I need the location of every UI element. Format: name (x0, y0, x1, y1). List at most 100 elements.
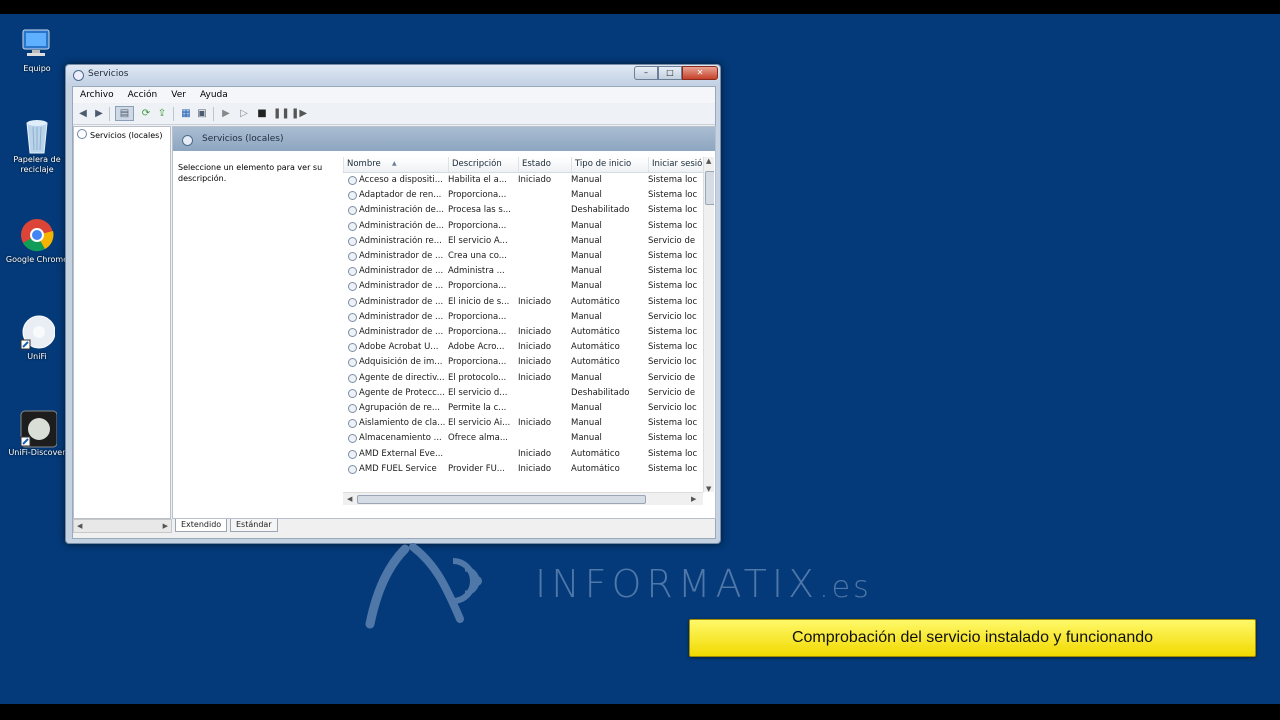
column-header-estado[interactable]: Estado (518, 157, 571, 172)
tab-estandar[interactable]: Estándar (230, 519, 278, 532)
forward-arrow-icon[interactable]: ▶ (92, 107, 106, 120)
window-title: Servicios (88, 69, 129, 79)
caption-buttons: – □ ✕ (634, 66, 718, 80)
menu-ver[interactable]: Ver (164, 87, 193, 103)
table-row[interactable]: Administración de... Procesa las s... Desh… (343, 203, 703, 218)
menu-ayuda[interactable]: Ayuda (193, 87, 235, 103)
scroll-left-icon[interactable]: ◀ (77, 520, 82, 532)
back-arrow-icon[interactable]: ◀ (76, 107, 90, 120)
table-row[interactable]: Administrador de ... Crea una co... Manual… (343, 249, 703, 264)
service-gear-icon (348, 358, 357, 368)
cell-name: AMD FUEL Service (359, 463, 437, 474)
menu-archivo[interactable]: Archivo (73, 87, 121, 103)
cell-state: Iniciado (518, 342, 552, 353)
tree-item-servicios-locales[interactable]: Servicios (locales) (77, 129, 162, 140)
cell-name: Administración de... (359, 205, 444, 216)
scroll-down-icon[interactable]: ▼ (706, 483, 711, 495)
cell-state: Iniciado (518, 463, 552, 474)
table-row[interactable]: AMD External Eve... Iniciado Automático Sis… (343, 447, 703, 462)
cell-name: Administrador de ... (359, 296, 444, 307)
table-row[interactable]: Administrador de ... Proporciona... Manual… (343, 310, 703, 325)
window-titlebar[interactable]: Servicios – □ ✕ (66, 65, 720, 85)
cell-logon: Sistema loc (648, 448, 698, 459)
cell-desc: El servicio d... (448, 387, 508, 398)
tree-horizontal-scrollbar[interactable]: ◀ ▶ (73, 519, 172, 533)
list-horizontal-scrollbar[interactable]: ◀ ▶ (343, 492, 703, 505)
help-book-icon[interactable]: ▦ (179, 107, 193, 120)
maximize-button[interactable]: □ (658, 66, 682, 80)
console-tree: Servicios (locales) (73, 126, 171, 519)
column-header-iniciar-sesion[interactable]: Iniciar sesió (648, 157, 704, 172)
desktop-icon-label: Equipo (23, 64, 51, 73)
cell-desc: Administra ... (448, 266, 505, 277)
table-row[interactable]: Administrador de ... El inicio de s... Ini… (343, 295, 703, 310)
table-row[interactable]: Agente de Protecc... El servicio d... Desh… (343, 386, 703, 401)
column-header-tipo-inicio[interactable]: Tipo de inicio (571, 157, 648, 172)
scroll-left-icon[interactable]: ◀ (347, 493, 352, 505)
desktop-icon-papelera[interactable]: Papelera de reciclaje (2, 117, 72, 175)
cell-desc: Proporciona... (448, 327, 507, 337)
export-list-icon[interactable]: ⇪ (155, 107, 169, 120)
table-row[interactable]: Administración de... Proporciona... Manual… (343, 219, 703, 234)
scroll-right-icon[interactable]: ▶ (163, 520, 168, 532)
tab-extendido[interactable]: Extendido (175, 519, 228, 532)
cell-state: Iniciado (518, 296, 552, 307)
close-button[interactable]: ✕ (682, 66, 718, 80)
desktop-icon-unifi[interactable]: UniFi (2, 314, 72, 362)
cell-start: Manual (571, 220, 602, 231)
start-service-icon[interactable]: ▶ (219, 107, 233, 120)
service-gear-icon (348, 176, 357, 185)
minimize-button[interactable]: – (634, 66, 658, 80)
cell-desc: El servicio A... (448, 235, 508, 246)
cell-desc: El inicio de s... (448, 296, 510, 307)
table-row[interactable]: Acceso a dispositi... Habilita el a... Ini… (343, 173, 703, 188)
table-row[interactable]: Aislamiento de cla... El servicio Ai... In… (343, 416, 703, 431)
cell-logon: Sistema loc (648, 251, 698, 261)
scroll-right-icon[interactable]: ▶ (691, 493, 696, 505)
table-row[interactable]: Adquisición de im... Proporciona... Inicia… (343, 355, 703, 370)
vertical-scroll-thumb[interactable] (705, 171, 714, 205)
cell-state: Iniciado (518, 448, 552, 459)
column-header-nombre[interactable]: Nombre ▲ (343, 157, 448, 172)
services-gear-icon (77, 129, 87, 139)
start-service-alt-icon[interactable]: ▷ (237, 107, 251, 120)
desktop-icon-chrome[interactable]: Google Chrome (2, 217, 72, 265)
column-header-descripcion[interactable]: Descripción (448, 157, 518, 172)
refresh-icon[interactable]: ⟳ (139, 107, 153, 120)
service-gear-icon (348, 282, 357, 292)
desktop-icon-label: UniFi (27, 352, 47, 361)
cell-logon: Sistema loc (648, 342, 698, 353)
table-row[interactable]: Administrador de ... Proporciona... Inicia… (343, 325, 703, 340)
scroll-up-icon[interactable]: ▲ (706, 157, 711, 167)
service-gear-icon (348, 221, 357, 231)
show-tree-icon[interactable]: ▤ (115, 106, 134, 121)
table-row[interactable]: Agrupación de re... Permite la c... Manual… (343, 401, 703, 416)
desktop-icon-equipo[interactable]: Equipo (2, 26, 72, 74)
table-row[interactable]: Agente de directiv... El protocolo... Inic… (343, 371, 703, 386)
cell-name: Administración de... (359, 220, 444, 231)
table-row[interactable]: AMD FUEL Service Provider FU... Iniciado Au… (343, 462, 703, 477)
stop-service-icon[interactable]: ■ (255, 107, 269, 120)
table-row[interactable]: Adobe Acrobat U... Adobe Acro... Iniciado A… (343, 340, 703, 355)
horizontal-scroll-thumb[interactable] (357, 495, 646, 504)
table-row[interactable]: Administrador de ... Administra ... Manual… (343, 264, 703, 279)
table-row[interactable]: Administrador de ... Proporciona... Manual… (343, 279, 703, 294)
recycle-bin-icon (19, 117, 55, 154)
cell-logon: Servicio de (648, 235, 696, 246)
table-row[interactable]: Administración re... El servicio A... Manu… (343, 234, 703, 249)
properties-icon[interactable]: ▣ (195, 107, 209, 120)
list-vertical-scrollbar[interactable]: ▲ ▼ (703, 157, 714, 495)
menubar: Archivo Acción Ver Ayuda (73, 87, 715, 103)
restart-service-icon[interactable]: ❚▶ (291, 107, 307, 120)
cell-logon: Servicio loc (648, 311, 697, 322)
cell-desc: El servicio Ai... (448, 418, 511, 429)
cell-start: Automático (571, 296, 620, 307)
service-gear-icon (348, 191, 357, 201)
unifi-discover-icon (19, 410, 58, 448)
table-row[interactable]: Adaptador de ren... Proporciona... Manual S… (343, 188, 703, 203)
table-row[interactable]: Almacenamiento ... Ofrece alma... Manual Si… (343, 431, 703, 446)
menu-accion[interactable]: Acción (121, 87, 165, 103)
pause-service-icon[interactable]: ❚❚ (273, 107, 290, 120)
service-gear-icon (348, 434, 357, 444)
desktop-icon-unifi-discover[interactable]: UniFi-Discover (2, 410, 72, 458)
